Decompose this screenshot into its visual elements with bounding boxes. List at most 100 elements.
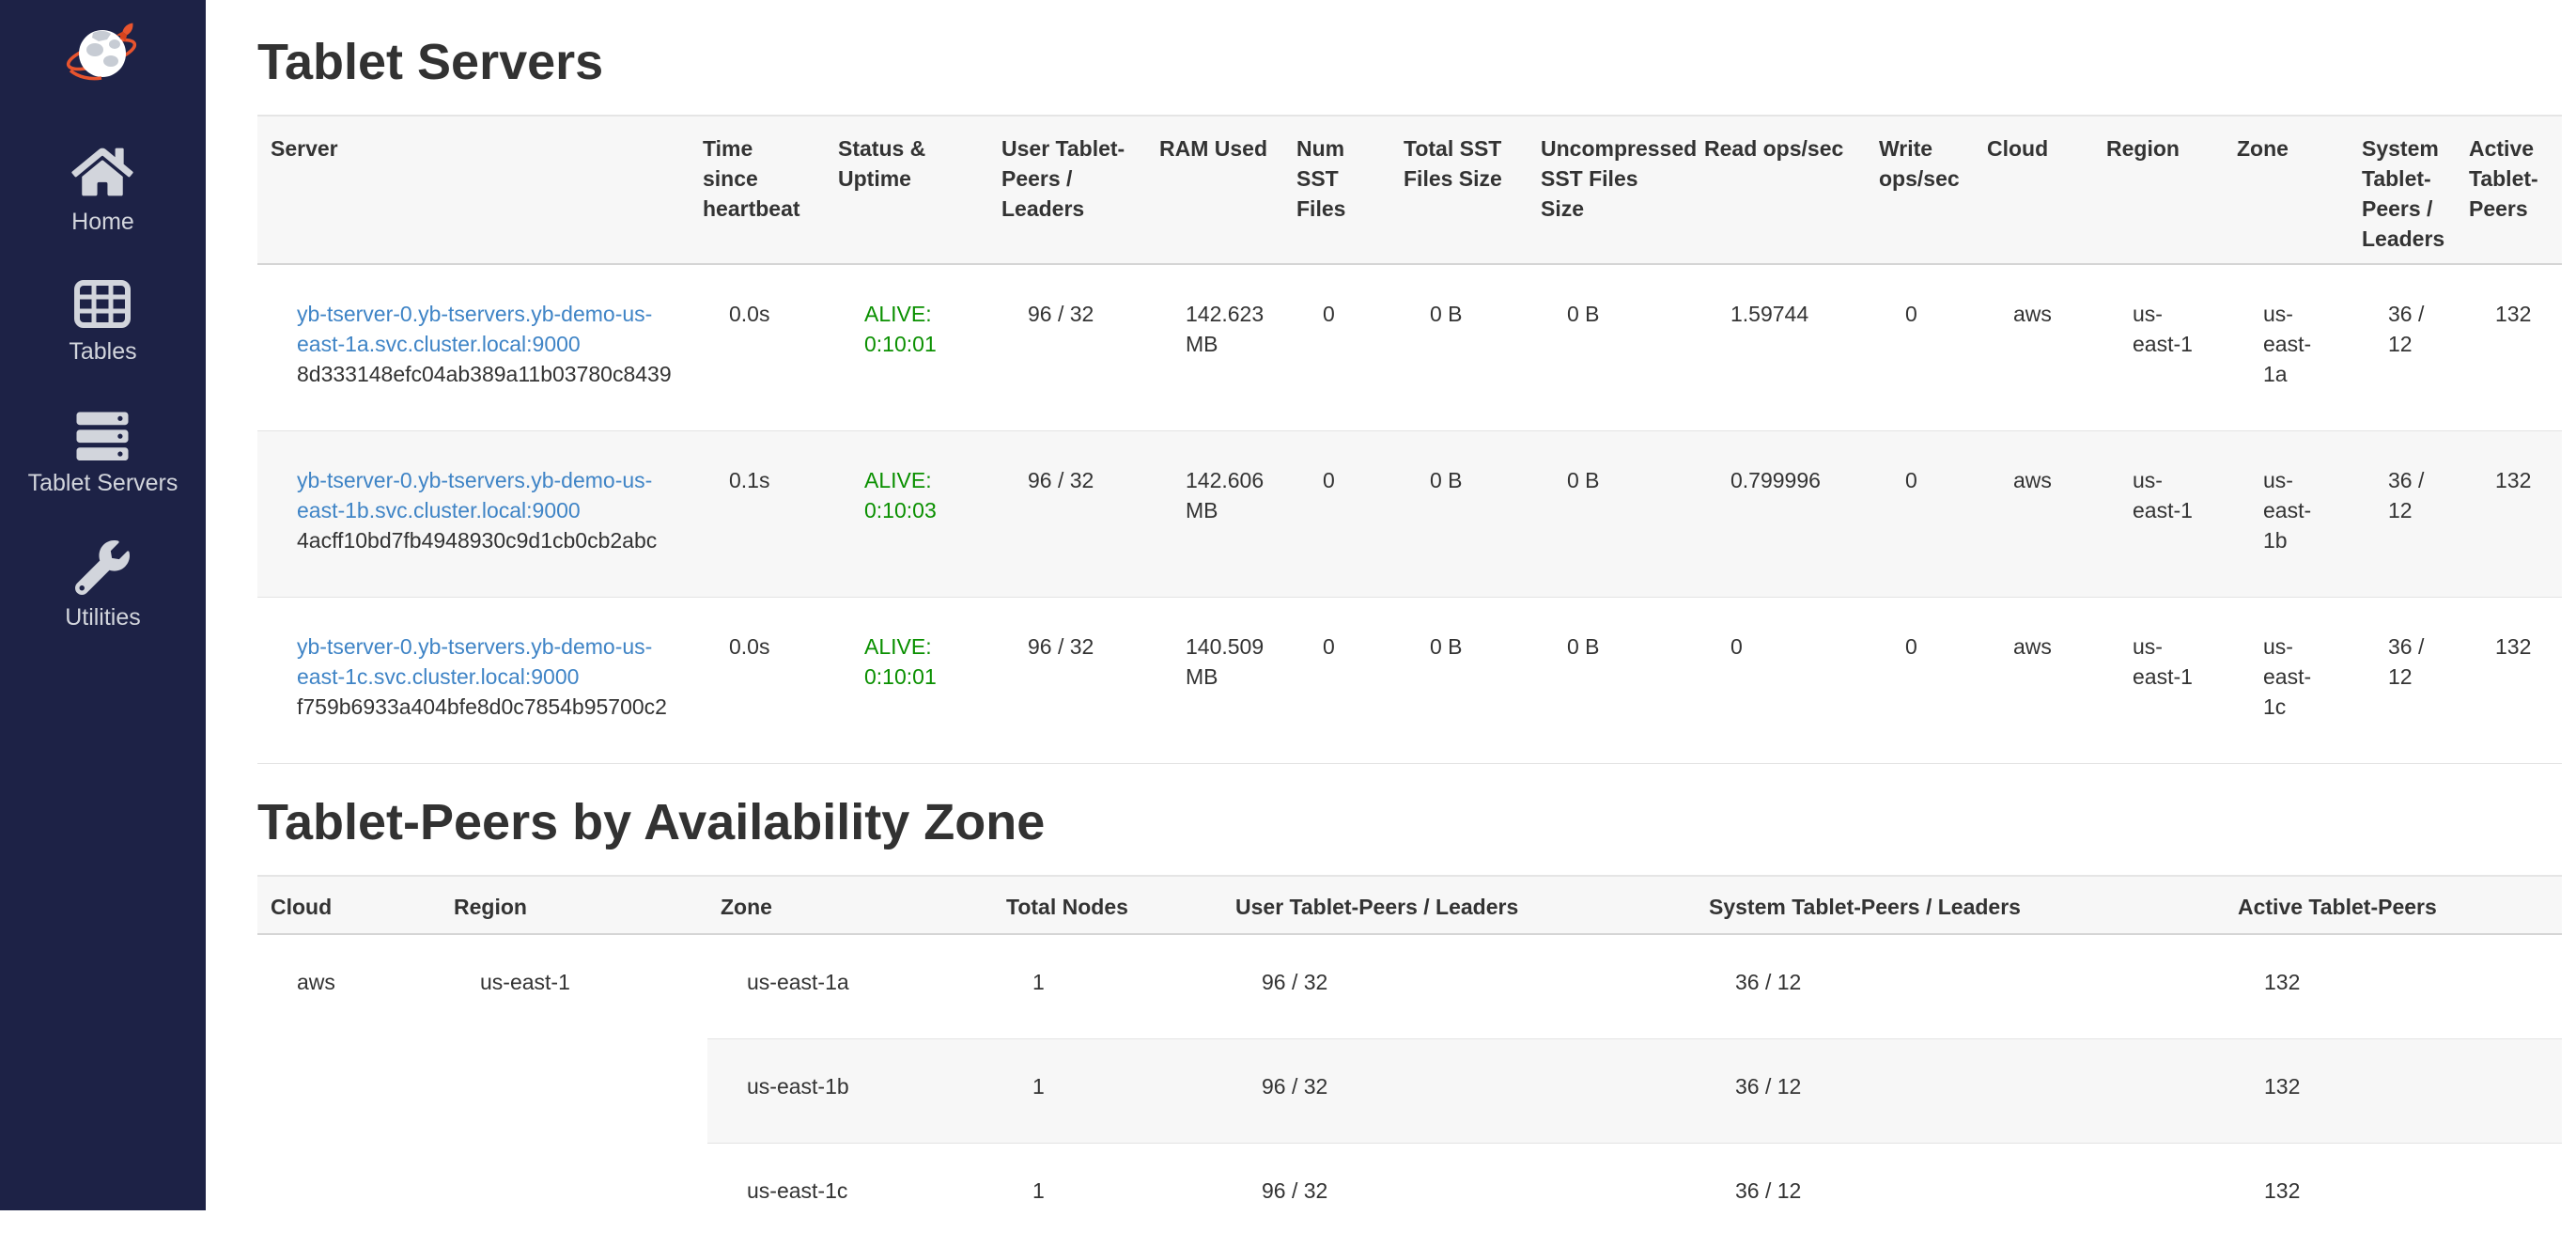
cell-num-sst: 0 [1283,598,1390,764]
cell-user-peers: 96 / 32 [1222,934,1696,1039]
cell-ram-used: 140.509 MB [1146,598,1283,764]
cell-uncompressed-sst: 0 B [1528,431,1691,598]
sidebar-item-utilities[interactable]: Utilities [65,540,141,631]
az-row: aws us-east-1 us-east-1a 1 96 / 32 36 / … [257,934,2562,1039]
tablet-servers-table: Server Time since heartbeat Status & Upt… [257,115,2562,764]
cell-zone: us-east-1b [2224,431,2349,598]
cell-region: us-east-1 [2093,598,2224,764]
cell-num-sst: 0 [1283,264,1390,431]
cell-region: us-east-1 [441,934,707,1247]
tserver-row: yb-tserver-0.yb-tservers.yb-demo-us-east… [257,598,2562,764]
col-user-peers: User Tablet-Peers / Leaders [1222,876,1696,934]
cell-heartbeat: 0.0s [690,598,825,764]
cell-write-ops: 0 [1866,598,1974,764]
tserver-link[interactable]: yb-tserver-0.yb-tservers.yb-demo-us-east… [297,468,652,522]
cell-cloud: aws [257,934,441,1247]
cell-server: yb-tserver-0.yb-tservers.yb-demo-us-east… [257,431,690,598]
col-user-peers: User Tablet-Peers / Leaders [988,116,1146,264]
cell-server: yb-tserver-0.yb-tservers.yb-demo-us-east… [257,264,690,431]
cell-read-ops: 1.59744 [1691,264,1866,431]
yugabyte-logo[interactable] [66,21,141,92]
col-total-sst: Total SST Files Size [1390,116,1528,264]
cell-total-nodes: 1 [993,934,1222,1039]
tserver-uuid: 4acff10bd7fb4948930c9d1cb0cb2abc [297,525,673,555]
col-uncompressed-sst: Uncompressed SST Files Size [1528,116,1691,264]
sidebar-item-home[interactable]: Home [71,145,134,236]
sidebar-nav: Home Tables Tablet Servers [28,145,178,675]
tserver-uuid: 8d333148efc04ab389a11b03780c8439 [297,359,673,389]
col-region: Region [441,876,707,934]
col-num-sst: Num SST Files [1283,116,1390,264]
col-read-ops: Read ops/sec [1691,116,1866,264]
cell-heartbeat: 0.0s [690,264,825,431]
cell-total-nodes: 1 [993,1039,1222,1144]
cell-system-peers: 36 / 12 [1696,1039,2225,1144]
cell-uncompressed-sst: 0 B [1528,264,1691,431]
cell-total-sst: 0 B [1390,431,1528,598]
cell-server: yb-tserver-0.yb-tservers.yb-demo-us-east… [257,598,690,764]
sidebar-item-label: Tables [69,338,136,366]
cell-system-peers: 36 / 12 [2349,264,2456,431]
cell-zone: us-east-1b [707,1039,993,1144]
tserver-uuid: f759b6933a404bfe8d0c7854b95700c2 [297,692,673,722]
tablet-servers-header-row: Server Time since heartbeat Status & Upt… [257,116,2562,264]
tablet-peers-by-az-table: Cloud Region Zone Total Nodes User Table… [257,875,2562,1247]
cell-system-peers: 36 / 12 [2349,598,2456,764]
col-system-peers: System Tablet-Peers / Leaders [2349,116,2456,264]
sidebar-item-label: Utilities [65,604,141,631]
az-header-row: Cloud Region Zone Total Nodes User Table… [257,876,2562,934]
tables-icon [73,279,132,329]
col-cloud: Cloud [1974,116,2093,264]
cell-active-peers: 132 [2225,1039,2562,1144]
cell-status: ALIVE: 0:10:03 [825,431,988,598]
home-icon [71,145,133,199]
col-server: Server [257,116,690,264]
cell-region: us-east-1 [2093,431,2224,598]
cell-zone: us-east-1c [2224,598,2349,764]
cell-zone: us-east-1c [707,1144,993,1247]
col-cloud: Cloud [257,876,441,934]
col-region: Region [2093,116,2224,264]
cell-cloud: aws [1974,598,2093,764]
cell-cloud: aws [1974,264,2093,431]
cell-active-peers: 132 [2456,431,2562,598]
cell-write-ops: 0 [1866,264,1974,431]
sidebar-item-tablet-servers[interactable]: Tablet Servers [28,409,178,497]
cell-zone: us-east-1a [2224,264,2349,431]
tserver-link[interactable]: yb-tserver-0.yb-tservers.yb-demo-us-east… [297,634,652,689]
cell-system-peers: 36 / 12 [1696,1144,2225,1247]
cell-status: ALIVE: 0:10:01 [825,598,988,764]
sidebar-item-label: Tablet Servers [28,470,178,497]
cell-region: us-east-1 [2093,264,2224,431]
sidebar: Home Tables Tablet Servers [0,0,206,1210]
cell-system-peers: 36 / 12 [1696,934,2225,1039]
col-status-uptime: Status & Uptime [825,116,988,264]
cell-active-peers: 132 [2456,264,2562,431]
sidebar-item-tables[interactable]: Tables [69,279,136,366]
main-content: Tablet Servers Server Time since heartbe… [206,34,2576,1247]
cell-cloud: aws [1974,431,2093,598]
cell-num-sst: 0 [1283,431,1390,598]
cell-heartbeat: 0.1s [690,431,825,598]
server-rack-icon [73,409,132,460]
col-active-peers: Active Tablet-Peers [2456,116,2562,264]
cell-write-ops: 0 [1866,431,1974,598]
col-write-ops: Write ops/sec [1866,116,1974,264]
col-ram-used: RAM Used [1146,116,1283,264]
cell-ram-used: 142.606 MB [1146,431,1283,598]
wrench-icon [75,540,130,595]
az-section-title: Tablet-Peers by Availability Zone [257,794,2562,850]
cell-system-peers: 36 / 12 [2349,431,2456,598]
cell-zone: us-east-1a [707,934,993,1039]
col-total-nodes: Total Nodes [993,876,1222,934]
col-zone: Zone [707,876,993,934]
cell-read-ops: 0 [1691,598,1866,764]
col-active-peers: Active Tablet-Peers [2225,876,2562,934]
cell-uncompressed-sst: 0 B [1528,598,1691,764]
tserver-row: yb-tserver-0.yb-tservers.yb-demo-us-east… [257,264,2562,431]
col-heartbeat: Time since heartbeat [690,116,825,264]
tserver-link[interactable]: yb-tserver-0.yb-tservers.yb-demo-us-east… [297,302,652,356]
sidebar-item-label: Home [71,209,134,236]
cell-user-peers: 96 / 32 [1222,1144,1696,1247]
cell-user-peers: 96 / 32 [988,264,1146,431]
